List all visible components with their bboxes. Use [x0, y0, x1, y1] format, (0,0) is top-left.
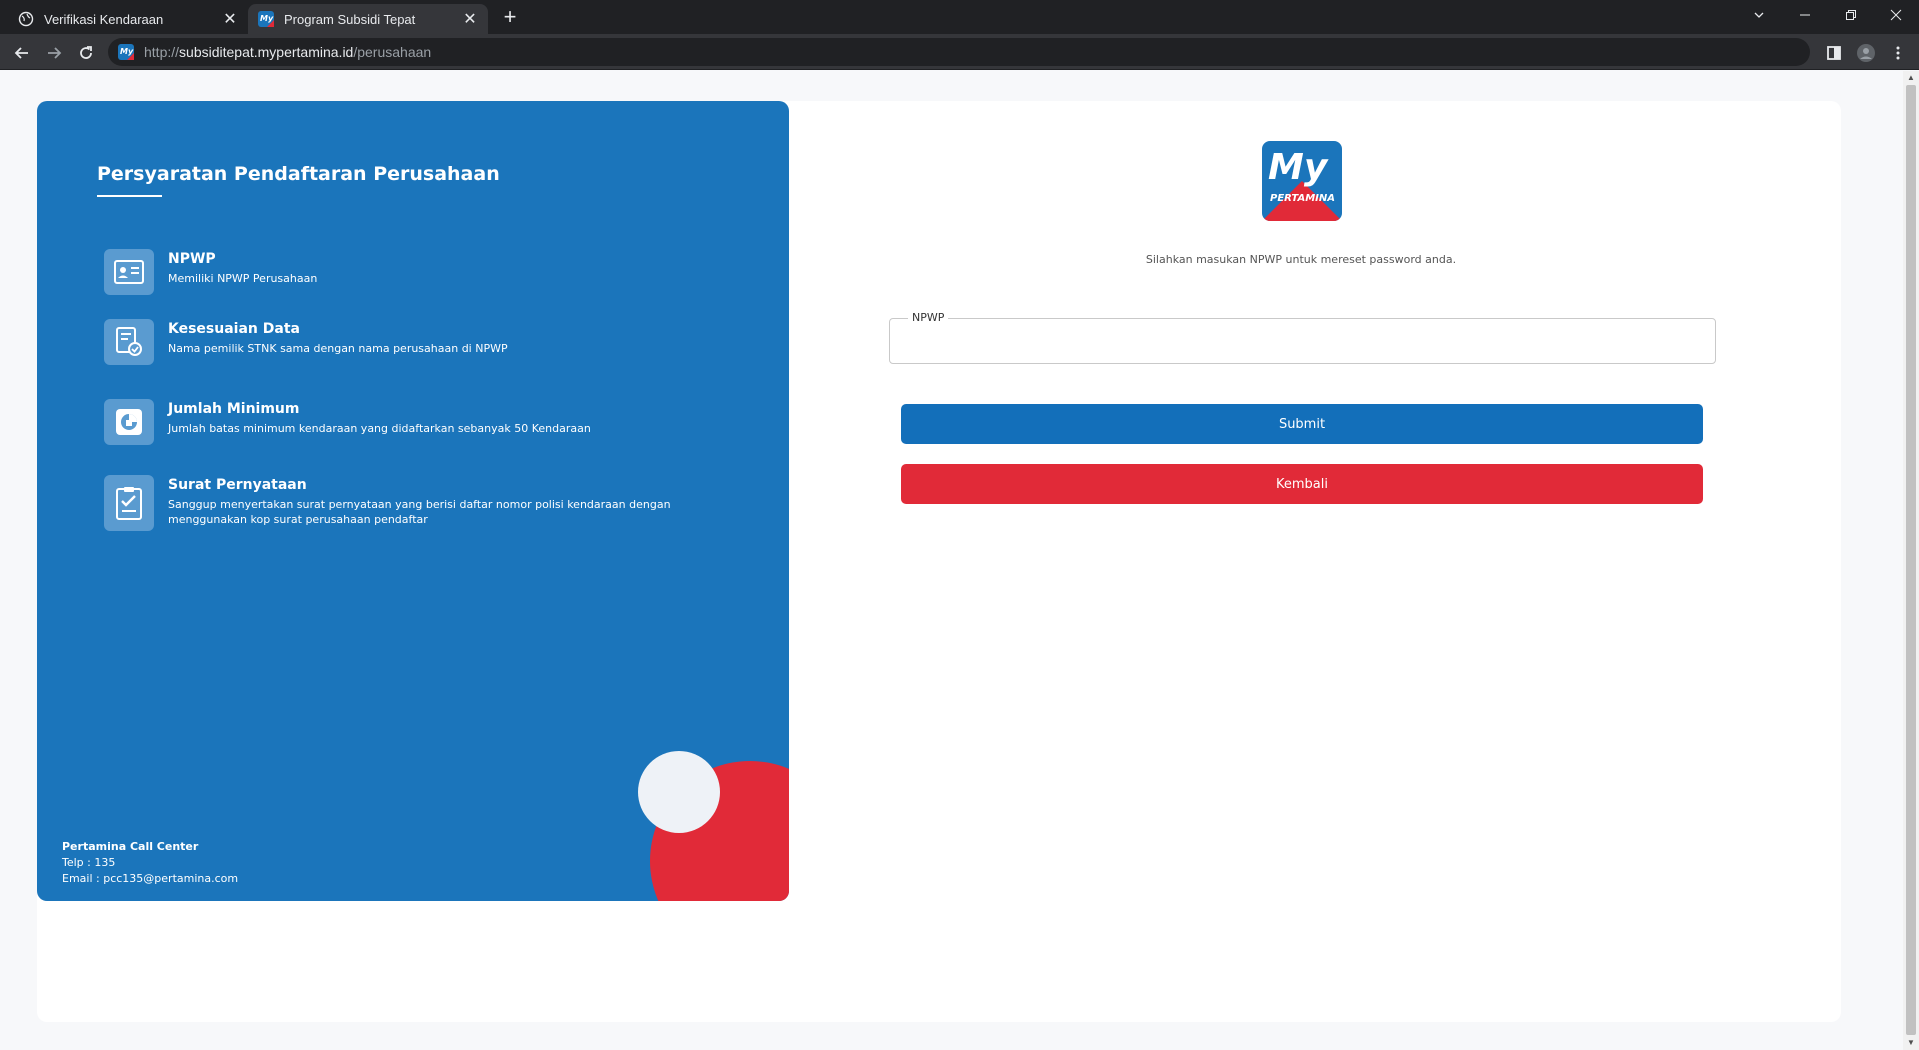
requirement-title: Jumlah Minimum [168, 401, 300, 417]
call-center-info: Pertamina Call Center Telp : 135 Email :… [62, 839, 238, 887]
url-host: subsiditepat.mypertamina.id [179, 44, 354, 60]
requirement-desc: Memiliki NPWP Perusahaan [168, 272, 318, 285]
reset-info-text: Silahkan masukan NPWP untuk mereset pass… [1145, 253, 1457, 266]
url-scheme: http:// [144, 44, 180, 60]
scrollbar[interactable]: ▲ ▼ [1903, 71, 1919, 1050]
forward-icon[interactable] [40, 39, 68, 67]
restore-icon[interactable] [1828, 0, 1874, 30]
mypertamina-logo: My PERTAMINA [1262, 141, 1342, 221]
requirement-title: Kesesuaian Data [168, 321, 300, 337]
close-icon[interactable]: ✕ [222, 9, 238, 29]
requirement-npwp: NPWP Memiliki NPWP Perusahaan [104, 249, 317, 295]
url-path: /perusahaan [353, 44, 432, 60]
requirement-surat-pernyataan: Surat Pernyataan Sanggup menyertakan sur… [104, 475, 688, 531]
browser-tab-bar: Verifikasi Kendaraan ✕ My Program Subsid… [0, 0, 1919, 34]
back-button[interactable]: Kembali [901, 464, 1703, 504]
reload-icon[interactable] [72, 39, 100, 67]
side-panel-icon[interactable] [1820, 39, 1848, 67]
svg-text:My: My [260, 14, 274, 23]
logo-my-text: My [1268, 147, 1328, 188]
requirement-title: Surat Pernyataan [168, 477, 307, 493]
menu-icon[interactable] [1884, 39, 1912, 67]
close-window-icon[interactable] [1873, 0, 1919, 30]
scroll-down-icon[interactable]: ▼ [1903, 1036, 1919, 1050]
scroll-up-icon[interactable]: ▲ [1903, 71, 1919, 85]
requirement-jumlah-minimum: Jumlah Minimum Jumlah batas minimum kend… [104, 399, 591, 445]
browser-toolbar: My http://subsiditepat.mypertamina.id/pe… [0, 34, 1919, 70]
tab-verifikasi-kendaraan[interactable]: Verifikasi Kendaraan ✕ [8, 4, 248, 34]
call-center-email: Email : pcc135@pertamina.com [62, 872, 239, 885]
requirement-desc: Nama pemilik STNK sama dengan nama perus… [168, 342, 508, 355]
site-favicon-icon: My [118, 44, 134, 60]
svg-text:My: My [120, 47, 134, 56]
globe-icon [18, 11, 34, 27]
profile-icon[interactable] [1852, 39, 1880, 67]
npwp-input[interactable] [890, 319, 1715, 363]
address-bar[interactable]: My http://subsiditepat.mypertamina.id/pe… [108, 38, 1810, 66]
submit-button[interactable]: Submit [901, 404, 1703, 444]
requirement-desc: Sanggup menyertakan surat pernyataan yan… [168, 498, 671, 526]
minimum-count-icon [104, 399, 154, 445]
scrollbar-thumb[interactable] [1906, 85, 1916, 1035]
call-center-phone: Telp : 135 [62, 856, 116, 869]
close-icon[interactable]: ✕ [462, 9, 478, 29]
tab-title: Verifikasi Kendaraan [44, 11, 164, 27]
back-icon[interactable] [8, 39, 36, 67]
requirement-title: NPWP [168, 251, 216, 267]
title-underline [97, 195, 162, 197]
npwp-field[interactable] [889, 318, 1716, 364]
requirement-desc: Jumlah batas minimum kendaraan yang dida… [168, 422, 591, 435]
decor-white-circle [638, 751, 720, 833]
mypertamina-favicon-icon: My [258, 11, 274, 27]
id-card-icon [104, 249, 154, 295]
tab-search-icon[interactable] [1736, 0, 1782, 30]
new-tab-button[interactable]: + [496, 6, 524, 30]
tab-title: Program Subsidi Tepat [284, 11, 416, 27]
minimize-icon[interactable] [1782, 0, 1828, 30]
tab-program-subsidi-tepat[interactable]: My Program Subsidi Tepat ✕ [248, 4, 488, 34]
checklist-icon [104, 475, 154, 531]
document-check-icon [104, 319, 154, 365]
npwp-label: NPWP [908, 311, 949, 324]
requirements-title: Persyaratan Pendaftaran Perusahaan [97, 163, 500, 185]
requirements-panel: Persyaratan Pendaftaran Perusahaan NPWP … [37, 101, 789, 901]
call-center-title: Pertamina Call Center [62, 840, 199, 853]
requirement-kesesuaian-data: Kesesuaian Data Nama pemilik STNK sama d… [104, 319, 508, 365]
logo-brand-text: PERTAMINA [1270, 193, 1335, 204]
